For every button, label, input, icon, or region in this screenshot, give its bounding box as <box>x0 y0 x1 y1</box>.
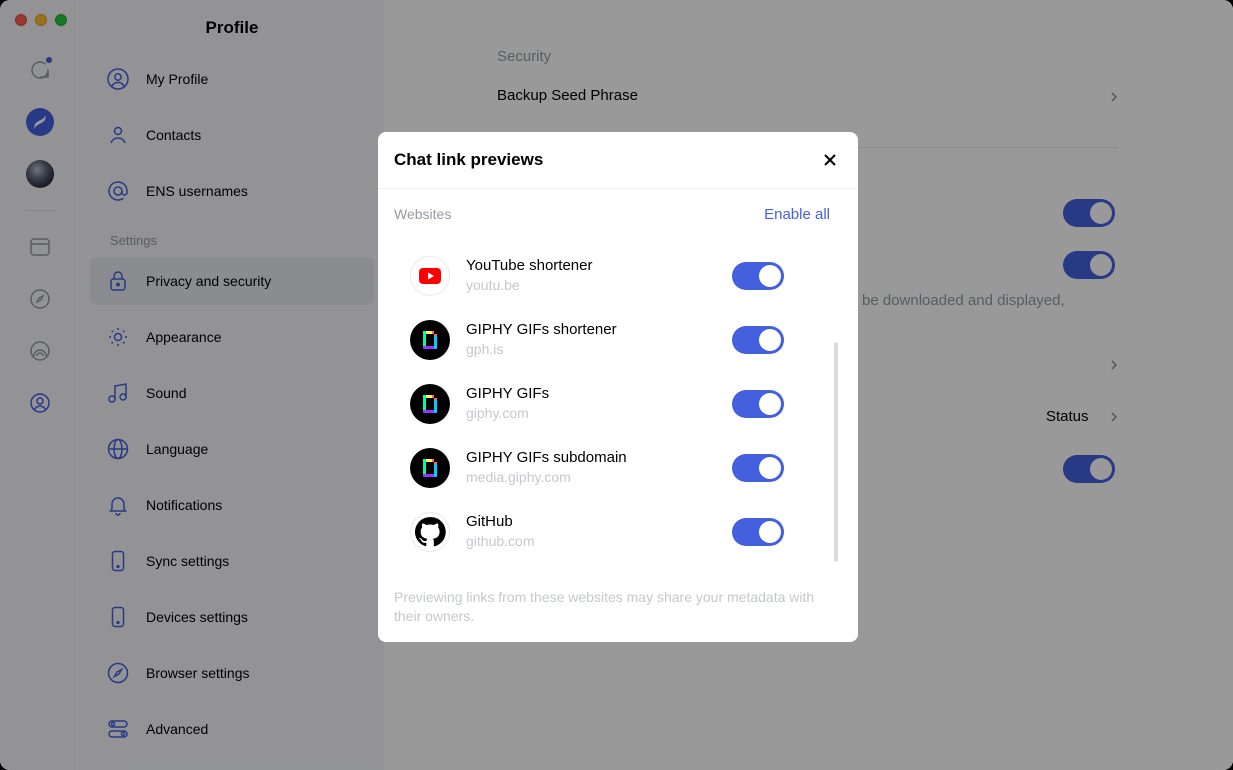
site-name: GIPHY GIFs shortener <box>466 321 617 338</box>
dialog-title: Chat link previews <box>394 150 544 169</box>
site-row-github: GitHub github.com <box>410 508 804 556</box>
chat-link-previews-dialog: Chat link previews Websites Enable all Y… <box>378 132 858 642</box>
site-row-giphy-subdomain: GIPHY GIFs subdomain media.giphy.com <box>410 444 804 492</box>
site-row-giphy-shortener: GIPHY GIFs shortener gph.is <box>410 316 804 364</box>
site-toggle-giphy-shortener[interactable] <box>732 326 784 354</box>
site-toggle-giphy[interactable] <box>732 390 784 418</box>
giphy-icon <box>410 384 450 424</box>
site-name: YouTube shortener <box>466 257 593 274</box>
site-name: GitHub <box>466 513 513 530</box>
site-domain: gph.is <box>466 341 504 357</box>
site-domain: media.giphy.com <box>466 469 571 485</box>
site-domain: youtu.be <box>466 277 520 293</box>
site-domain: github.com <box>466 533 535 549</box>
privacy-footnote: Previewing links from these websites may… <box>394 589 815 624</box>
close-icon <box>824 154 836 166</box>
enable-all-button[interactable]: Enable all <box>764 206 830 223</box>
dialog-header: Chat link previews <box>378 132 858 189</box>
site-toggle-giphy-subdomain[interactable] <box>732 454 784 482</box>
site-row-youtube: YouTube shortener youtu.be <box>410 252 804 300</box>
list-scrollbar[interactable] <box>834 342 838 562</box>
github-icon <box>410 512 450 552</box>
site-name: GIPHY GIFs subdomain <box>466 449 627 466</box>
site-row-giphy: GIPHY GIFs giphy.com <box>410 380 804 428</box>
giphy-icon <box>410 448 450 488</box>
close-button[interactable] <box>816 146 844 174</box>
site-toggle-youtube[interactable] <box>732 262 784 290</box>
youtube-icon <box>410 256 450 296</box>
app-window: Profile My Profile Contacts ENS username… <box>0 0 1233 770</box>
site-name: GIPHY GIFs <box>466 385 550 402</box>
site-toggle-github[interactable] <box>732 518 784 546</box>
giphy-icon <box>410 320 450 360</box>
websites-section-label: Websites <box>394 206 452 222</box>
site-domain: giphy.com <box>466 405 529 421</box>
